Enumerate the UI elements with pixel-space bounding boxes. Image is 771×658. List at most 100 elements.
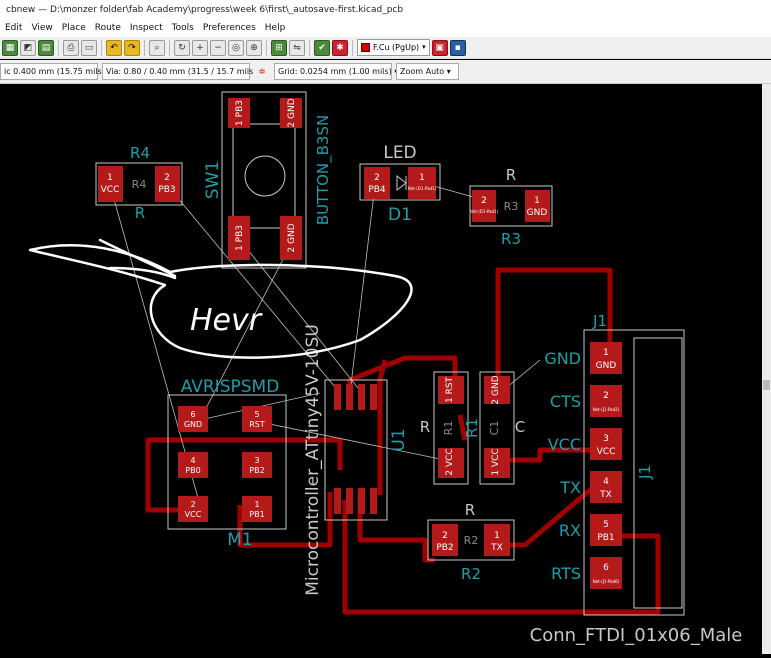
j1-side-label: GND	[544, 349, 581, 368]
sw1-button-circle	[244, 155, 286, 197]
scripting-console-icon[interactable]: ▪	[449, 39, 466, 56]
r1-pad-1-label: 1 RST	[445, 376, 455, 403]
c1-pad-1-net: VCC	[491, 448, 501, 467]
layer-color-swatch	[361, 43, 370, 52]
toolbar-separator	[58, 39, 59, 56]
update-pcb-icon[interactable]: ⇋	[289, 39, 305, 56]
j1-pin-net: VCC	[597, 447, 616, 457]
r1-inner-label: R1	[442, 421, 455, 436]
u1-pad[interactable]	[370, 384, 377, 410]
sw1-pad-1a-number: 1	[235, 120, 245, 126]
zoom-value: Zoom Auto	[400, 67, 445, 76]
r2-reference: R2	[461, 565, 481, 583]
layer-pair-icon[interactable]: ▣	[431, 39, 448, 56]
j1-pin-6[interactable]	[590, 557, 622, 589]
main-toolbar: ▦ ◩ ▤ ⎙ ▭ ↶ ↷ ⌕ ↻ + − ◎ ⊕ ⊞ ⇋ ✔ ✱ F.Cu (…	[0, 37, 771, 59]
auto-track-width-icon[interactable]: ≑	[254, 63, 270, 80]
avr-pad-net: PB2	[249, 466, 264, 475]
menu-route[interactable]: Route	[90, 20, 125, 37]
j1-value: Conn_FTDI_01x06_Male	[530, 625, 743, 646]
c1-value: C	[515, 418, 525, 436]
pcb-drawing: R4 R 1 VCC 2 PB3 R4 1 PB3 2 GND 1 PB3 2 …	[28, 91, 743, 646]
scrollbar-thumb[interactable]	[763, 380, 770, 390]
vertical-scrollbar[interactable]	[762, 84, 771, 654]
sw1-pad-1a-net: PB3	[235, 100, 245, 117]
j1-pin-2[interactable]	[590, 385, 622, 417]
menu-help[interactable]: Help	[260, 20, 290, 37]
grid-select[interactable]: Grid: 0.0254 mm (1.00 mils) ▾	[274, 63, 398, 80]
menu-view[interactable]: View	[26, 20, 56, 37]
page-settings-icon[interactable]: ◩	[20, 39, 36, 56]
menu-edit[interactable]: Edit	[0, 20, 26, 37]
diode-symbol-icon	[396, 174, 407, 192]
footprint-r2[interactable]: 2 PB2 1 TX R2 R R2	[427, 501, 515, 583]
u1-pad[interactable]	[346, 488, 353, 514]
ratsnest-line	[349, 184, 376, 394]
j1-side-label: RX	[559, 521, 581, 540]
sw1-pad-1b-number: 1	[235, 245, 245, 251]
footprint-avrispsmd[interactable]: AVRISPSMD M1 6GND 5RST 4PB0 3PB2 2VCC 1PB1	[167, 377, 287, 550]
j1-pin-number: 3	[603, 434, 609, 444]
layer-selector-label: F.Cu (PgUp)	[373, 43, 420, 52]
sw1-pad-2b-label: 2 GND	[287, 223, 297, 252]
avr-reference: AVRISPSMD	[181, 377, 280, 397]
u1-pad[interactable]	[334, 384, 341, 410]
drc-icon[interactable]: ✔	[314, 39, 330, 56]
u1-reference: U1	[389, 428, 409, 451]
u1-pad[interactable]	[358, 488, 365, 514]
menu-tools[interactable]: Tools	[167, 20, 198, 37]
r4-pad-2[interactable]	[155, 166, 180, 202]
footprint-library-icon[interactable]: ▤	[38, 39, 54, 56]
track-width-select[interactable]: ic 0.400 mm (15.75 mils) * ▾	[0, 63, 118, 80]
u1-pad[interactable]	[370, 488, 377, 514]
u1-pad[interactable]	[334, 488, 341, 514]
menu-place[interactable]: Place	[57, 20, 90, 37]
footprint-sw1[interactable]: 1 PB3 2 GND 1 PB3 2 GND SW1 BUTTON_B3SN	[203, 91, 333, 269]
pcb-canvas[interactable]: R4 R 1 VCC 2 PB3 R4 1 PB3 2 GND 1 PB3 2 …	[0, 84, 762, 654]
board-setup-icon[interactable]: ▦	[2, 39, 18, 56]
toolbar-separator	[169, 39, 170, 56]
netlist-icon[interactable]: ⊞	[271, 39, 287, 56]
u1-pad[interactable]	[346, 384, 353, 410]
footprint-c1[interactable]: 2 GND 1 VCC C1 C	[479, 371, 525, 485]
find-icon[interactable]: ⌕	[149, 39, 165, 56]
avr-pad-net: GND	[184, 420, 202, 429]
d1-pad-1[interactable]	[408, 167, 436, 199]
sw1-pad-2b-net: GND	[287, 223, 297, 244]
zoom-in-icon[interactable]: +	[192, 39, 208, 56]
u1-pad[interactable]	[358, 384, 365, 410]
d1-pad-1-number: 1	[419, 173, 425, 183]
avr-pad-net: PB1	[249, 510, 264, 519]
j1-side-label: TX	[559, 478, 581, 497]
j1-pins: 1 GND GND 2 Net-(J1-Pad2) CTS 3 VCC VCC 4 TX TX 5 PB1…	[544, 342, 622, 589]
r3-pad-2-number: 2	[481, 196, 487, 206]
c1-pad-2-label: 2 GND	[491, 375, 501, 404]
footprint-r1[interactable]: 1 RST 2 VCC R1 R R1	[420, 371, 481, 485]
layer-selector[interactable]: F.Cu (PgUp) ▾	[357, 39, 430, 56]
via-size-select[interactable]: Via: 0.80 / 0.40 mm (31.5 / 15.7 mils) *…	[102, 63, 269, 80]
menu-inspect[interactable]: Inspect	[125, 20, 167, 37]
undo-icon[interactable]: ↶	[106, 39, 122, 56]
menu-preferences[interactable]: Preferences	[198, 20, 260, 37]
print-icon[interactable]: ⎙	[63, 39, 79, 56]
zoom-out-icon[interactable]: −	[210, 39, 226, 56]
r3-pad-2[interactable]	[472, 190, 496, 222]
window-title: cbnew — D:\monzer folder\fab Academy\pro…	[0, 0, 771, 20]
footprint-r4[interactable]: R4 R 1 VCC 2 PB3 R4	[95, 144, 183, 222]
r1-pad-2-net: VCC	[445, 448, 455, 467]
zoom-select[interactable]: Zoom Auto ▾	[396, 63, 459, 80]
bug-icon[interactable]: ✱	[332, 39, 348, 56]
footprint-j1[interactable]: J1 J1 Conn_FTDI_01x06_Male 1 GND GND 2 Net-(…	[530, 312, 743, 646]
j1-side-label: CTS	[550, 392, 581, 411]
r3-pad-1-number: 1	[534, 196, 540, 206]
redo-icon[interactable]: ↷	[124, 39, 140, 56]
menu-bar: Edit View Place Route Inspect Tools Pref…	[0, 20, 771, 37]
sw1-pad-2a-number: 2	[287, 122, 297, 128]
refresh-icon[interactable]: ↻	[174, 39, 190, 56]
r4-pad-1[interactable]	[98, 166, 123, 202]
zoom-fit-icon[interactable]: ◎	[228, 39, 244, 56]
avr-pad-net: PB0	[185, 466, 200, 475]
footprint-r3[interactable]: R R3 2 Net-(D1-Pad1) 1 GND R3	[469, 166, 553, 248]
plot-icon[interactable]: ▭	[81, 39, 97, 56]
zoom-selection-icon[interactable]: ⊕	[246, 39, 262, 56]
